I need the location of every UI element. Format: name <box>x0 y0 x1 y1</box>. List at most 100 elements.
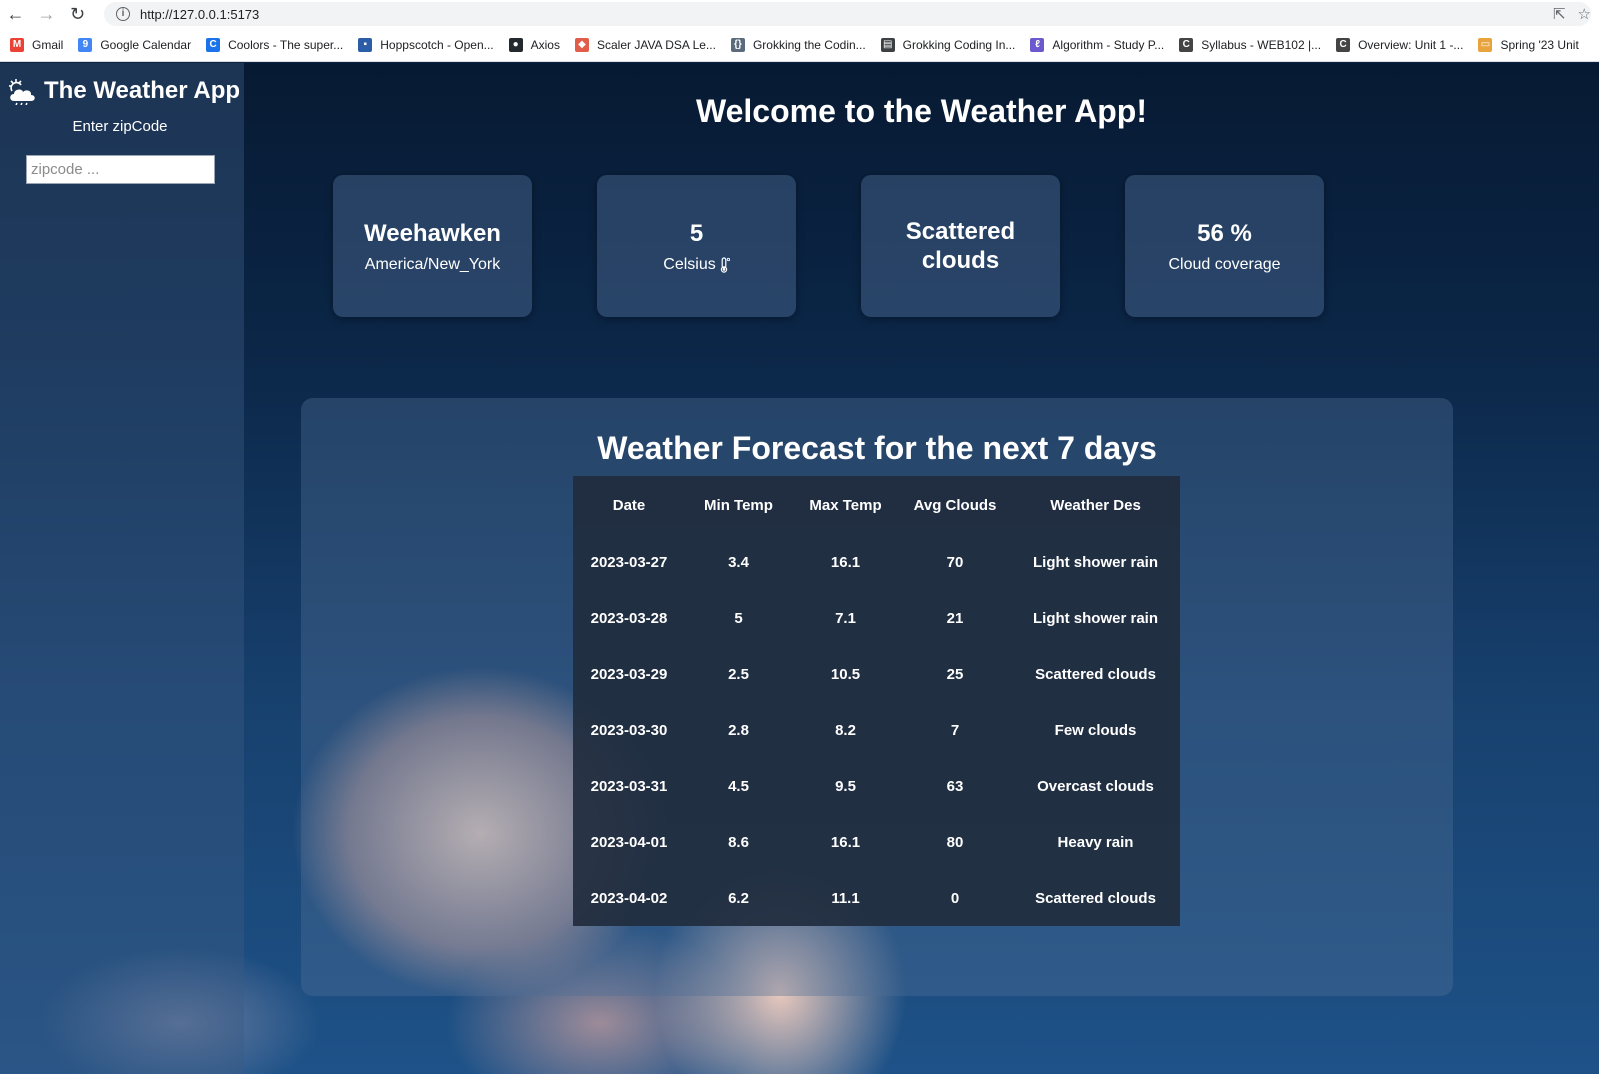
table-cell: Few clouds <box>1054 721 1137 739</box>
table-row: 2023-03-27 3.4 16.1 70 Light shower rain <box>573 534 1180 590</box>
column-header: Min Temp <box>704 496 773 514</box>
table-cell: 9.5 <box>835 777 856 795</box>
table-cell: 7 <box>950 721 960 739</box>
table-cell: Light shower rain <box>1032 553 1158 571</box>
share-icon[interactable]: ⇱ <box>1553 5 1566 23</box>
table-cell: 16.1 <box>830 833 861 851</box>
column-header: Avg Clouds <box>913 496 997 514</box>
table-cell: 16.1 <box>830 553 861 571</box>
table-cell: 10.5 <box>830 665 861 683</box>
bookmark-item[interactable]: ℓ Algorithm - Study P... <box>1030 37 1164 52</box>
table-cell: Light shower rain <box>1032 609 1158 627</box>
bookmark-item[interactable]: C Overview: Unit 1 -... <box>1336 37 1463 52</box>
cloud-coverage-label: Cloud coverage <box>1168 255 1281 273</box>
back-arrow-icon[interactable]: ← <box>0 0 31 28</box>
browser-toolbar: ← → ↻ i http://127.0.0.1:5173 ⇱ ☆ <box>0 0 1599 28</box>
bookmark-label[interactable]: Hoppscotch - Open... <box>380 38 493 52</box>
thermometer-icon <box>720 256 730 273</box>
bookmark-item[interactable]: ◆ Scaler JAVA DSA Le... <box>574 37 716 52</box>
table-cell: 0 <box>950 889 960 907</box>
table-cell: 21 <box>946 609 964 627</box>
algorithm-icon: ℓ <box>1030 37 1045 52</box>
forecast-header-row: Date Min Temp Max Temp Avg Clouds Weather De… <box>573 476 1180 534</box>
table-cell: 2023-03-31 <box>590 777 668 795</box>
table-cell: Heavy rain <box>1057 833 1134 851</box>
cloud-coverage-card: 56 % Cloud coverage <box>1125 175 1324 317</box>
table-row: 2023-03-31 4.5 9.5 63 Overcast clouds <box>573 758 1180 814</box>
site-info-icon[interactable]: i <box>116 7 130 21</box>
bookmark-label[interactable]: Coolors - The super... <box>228 38 343 52</box>
forward-arrow-icon[interactable]: → <box>31 0 62 28</box>
table-cell: 70 <box>946 553 964 571</box>
forecast-panel: Weather Forecast for the next 7 days Dat… <box>301 398 1453 996</box>
bookmark-label[interactable]: Grokking Coding In... <box>903 38 1016 52</box>
table-cell: 2.5 <box>728 665 749 683</box>
sun-cloud-icon <box>9 79 35 105</box>
bookmark-item[interactable]: ● Axios <box>508 37 560 52</box>
table-cell: 2.8 <box>728 721 749 739</box>
sidebar: The Weather App Enter zipCode <box>0 63 244 1074</box>
table-cell: 5 <box>734 609 743 627</box>
table-cell: 2023-04-01 <box>590 833 668 851</box>
table-cell: 2023-04-02 <box>590 889 668 907</box>
star-icon[interactable]: ☆ <box>1578 5 1591 23</box>
cloud-coverage-value: 56 % <box>1197 219 1252 247</box>
bookmark-item[interactable]: {} Grokking the Codin... <box>730 37 866 52</box>
table-row: 2023-03-30 2.8 8.2 7 Few clouds <box>573 702 1180 758</box>
table-cell: 2023-03-29 <box>590 665 668 683</box>
location-card: Weehawken America/New_York <box>333 175 532 317</box>
timezone: America/New_York <box>364 255 501 273</box>
bookmark-item[interactable]: ▭ Spring '23 Unit <box>1478 37 1579 52</box>
table-row: 2023-03-29 2.5 10.5 25 Scattered clouds <box>573 646 1180 702</box>
table-row: 2023-04-01 8.6 16.1 80 Heavy rain <box>573 814 1180 870</box>
zipcode-input[interactable] <box>26 155 215 184</box>
table-cell: 11.1 <box>831 889 860 907</box>
bookmark-label[interactable]: Google Calendar <box>100 38 191 52</box>
reload-icon[interactable]: ↻ <box>62 0 93 28</box>
bookmark-label[interactable]: Algorithm - Study P... <box>1052 38 1164 52</box>
bookmark-label[interactable]: Syllabus - WEB102 |... <box>1201 38 1321 52</box>
table-cell: Scattered clouds <box>1035 889 1156 907</box>
zip-label: Enter zipCode <box>72 118 168 135</box>
table-cell: 80 <box>946 833 964 851</box>
bookmark-label[interactable]: Overview: Unit 1 -... <box>1358 38 1463 52</box>
table-cell: 8.2 <box>835 721 856 739</box>
moon-icon <box>580 367 589 385</box>
bookmark-item[interactable]: ▤ Grokking Coding In... <box>880 37 1016 52</box>
bookmark-label[interactable]: Spring '23 Unit <box>1500 38 1578 52</box>
grokking-icon: {} <box>730 37 745 52</box>
table-cell: 2023-03-28 <box>590 609 668 627</box>
scaler-icon: ◆ <box>574 37 589 52</box>
app-title-text: The Weather App <box>44 77 241 104</box>
bookmark-label[interactable]: Gmail <box>32 38 63 52</box>
weather-description: Scattered clouds <box>905 218 1016 274</box>
bookmark-item[interactable]: C Coolors - The super... <box>206 37 343 52</box>
url-text[interactable]: http://127.0.0.1:5173 <box>140 7 259 22</box>
terminal-icon: ▤ <box>880 37 895 52</box>
forecast-table: Date Min Temp Max Temp Avg Clouds Weather De… <box>573 476 1180 926</box>
bookmark-item[interactable]: M Gmail <box>10 37 63 52</box>
bookmarks-bar: M Gmail 9 Google Calendar C Coolors - The sup… <box>0 28 1599 62</box>
table-row: 2023-04-02 6.2 11.1 0 Scattered clouds <box>573 870 1180 926</box>
address-bar[interactable]: i http://127.0.0.1:5173 ⇱ ☆ <box>104 2 1591 26</box>
column-header: Date <box>612 496 646 514</box>
bookmark-item[interactable]: C Syllabus - WEB102 |... <box>1179 37 1321 52</box>
column-header: Weather Des <box>1050 496 1141 514</box>
calendar-icon: 9 <box>78 37 93 52</box>
table-cell: 8.6 <box>728 833 749 851</box>
bookmark-item[interactable]: 9 Google Calendar <box>78 37 191 52</box>
welcome-heading: Welcome to the Weather App! <box>695 93 1147 129</box>
column-header: Max Temp <box>809 496 882 514</box>
table-cell: 63 <box>946 777 964 795</box>
table-cell: 2023-03-30 <box>590 721 668 739</box>
table-cell: 2023-03-27 <box>590 553 668 571</box>
gmail-icon: M <box>10 37 24 52</box>
temperature-unit-label: Celsius <box>663 255 716 273</box>
bookmark-label[interactable]: Axios <box>531 38 560 52</box>
app-title: The Weather App <box>6 77 240 105</box>
forecast-title: Weather Forecast for the next 7 days <box>597 430 1157 466</box>
bookmark-label[interactable]: Grokking the Codin... <box>753 38 866 52</box>
bookmark-label[interactable]: Scaler JAVA DSA Le... <box>597 38 716 52</box>
bookmark-item[interactable]: ▪ Hoppscotch - Open... <box>358 37 494 52</box>
hoppscotch-icon: ▪ <box>358 37 373 52</box>
